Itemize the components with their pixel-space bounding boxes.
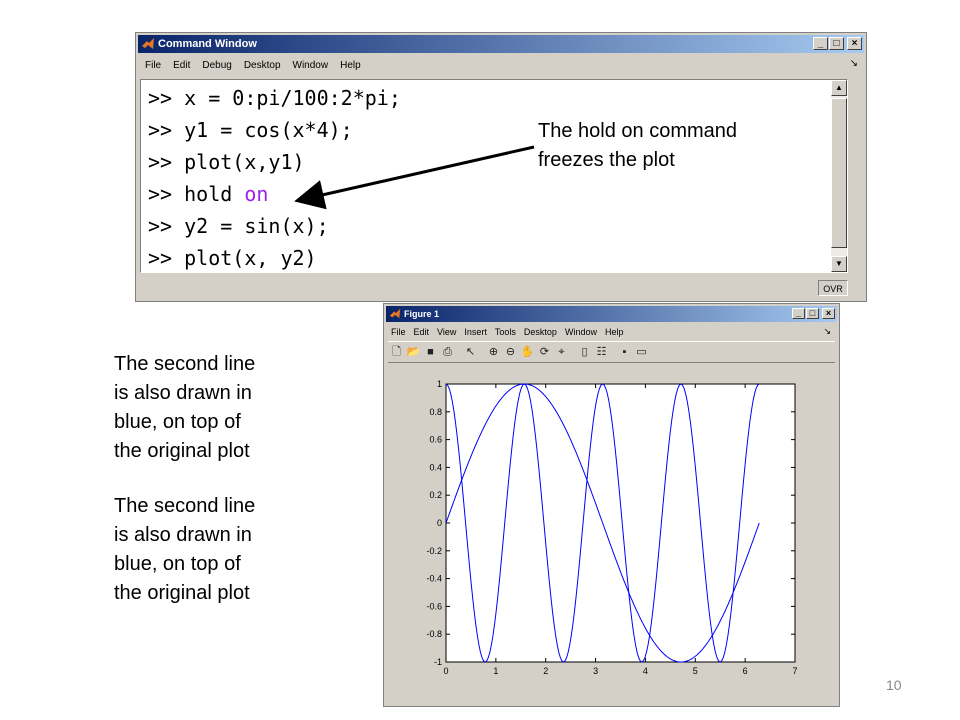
axes-box [445,383,796,663]
x-tick-label: 5 [693,666,698,676]
y-tick-label: -0.4 [426,574,442,584]
second-line-annotation: The second line is also drawn in blue, o… [114,353,256,462]
plot-area[interactable]: 0 1 2 3 4 5 6 7 -1 -0.8 -0.6 -0.4 -0.2 0 0.2 0.4 0.6 0.8 1 [384,304,839,706]
y-tick-label: 0.8 [429,407,442,417]
second-line-annotation-duplicate: The second line is also drawn in blue, o… [114,495,256,604]
y-tick-label: -1 [434,657,442,667]
y-tick-label: 0 [437,518,442,528]
x-tick-label: 2 [543,666,548,676]
x-tick-label: 0 [443,666,448,676]
y-tick-label: 0.2 [429,490,442,500]
y-tick-label: -0.6 [426,601,442,611]
x-tick-label: 3 [593,666,598,676]
page-number: 10 [886,677,902,693]
x-tick-label: 4 [643,666,648,676]
y-tick-label: 1 [437,379,442,389]
y-tick-label: -0.8 [426,629,442,639]
y-tick-label: 0.6 [429,435,442,445]
x-tick-label: 1 [493,666,498,676]
y-tick-label: -0.2 [426,546,442,556]
y-tick-label: 0.4 [429,462,442,472]
x-tick-label: 6 [743,666,748,676]
figure-window: Figure 1 _ □ × File Edit View Insert Too… [383,303,840,707]
x-tick-label: 7 [792,666,797,676]
